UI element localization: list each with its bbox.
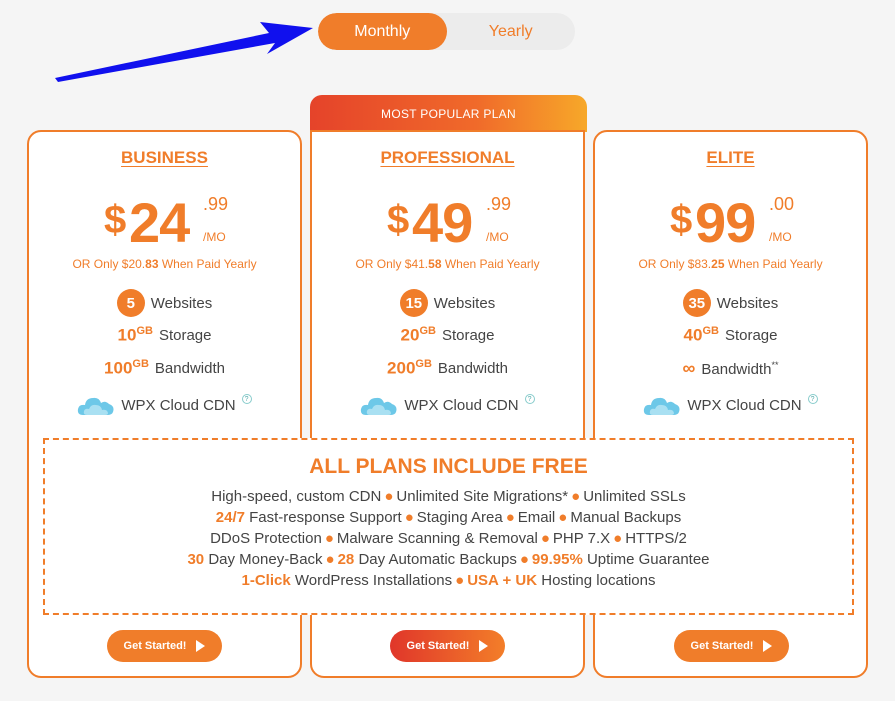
monthly-toggle-button[interactable]: Monthly [318, 13, 447, 50]
websites-count: 5 [116, 289, 145, 317]
play-icon [763, 640, 773, 652]
yearly-price-note: OR Only $20.83 When Paid Yearly [72, 257, 257, 271]
cloud-icon [644, 397, 680, 415]
most-popular-banner: MOST POPULAR PLAN [310, 95, 587, 132]
price-cents: .00 [769, 194, 795, 214]
feature-bandwidth: 100GB Bandwidth [104, 358, 225, 378]
price-cents: .99 [486, 194, 512, 214]
help-icon[interactable]: ? [807, 394, 818, 404]
get-started-button-elite[interactable]: Get Started! [674, 630, 789, 662]
features-line: High-speed, custom CDN ● Unlimited Site Mi… [211, 488, 686, 505]
plan-price: $ 49 .99 /MO [312, 190, 583, 254]
price-amount: 99 [695, 191, 756, 254]
yearly-price-note: OR Only $41.58 When Paid Yearly [355, 257, 540, 271]
cloud-icon [361, 397, 397, 415]
feature-cdn: WPX Cloud CDN ? [312, 394, 583, 416]
features-line: DDoS Protection ● Malware Scanning & Remov… [210, 530, 687, 547]
price-currency: $ [387, 198, 410, 242]
feature-cdn: WPX Cloud CDN ? [595, 394, 866, 416]
get-started-button-professional[interactable]: Get Started! [390, 630, 505, 662]
price-period: /MO [486, 230, 509, 244]
feature-storage: 10GB Storage [117, 325, 212, 345]
plan-price: $ 24 .99 /MO [29, 190, 300, 254]
price-period: /MO [203, 230, 226, 244]
help-icon[interactable]: ? [241, 394, 252, 404]
cloud-icon [78, 397, 114, 415]
yearly-price-note: OR Only $83.25 When Paid Yearly [638, 257, 823, 271]
features-line: 30 Day Money-Back ● 28 Day Automatic Backu… [187, 551, 710, 568]
feature-cdn: WPX Cloud CDN ? [29, 394, 300, 416]
plan-name: BUSINESS [121, 148, 208, 167]
feature-bandwidth: ∞ Bandwidth** [682, 358, 779, 378]
help-icon[interactable]: ? [524, 394, 535, 404]
billing-toggle: Monthly Yearly [318, 13, 575, 50]
feature-websites: 15 Websites [312, 289, 583, 317]
websites-count: 15 [399, 289, 428, 317]
play-icon [479, 640, 489, 652]
plan-name: ELITE [706, 148, 755, 167]
feature-storage: 40GB Storage [683, 325, 778, 345]
websites-count: 35 [682, 289, 711, 317]
plan-name: PROFESSIONAL [380, 148, 515, 167]
features-line: 1-Click WordPress Installations ● USA + UK… [241, 572, 656, 589]
price-amount: 49 [412, 191, 473, 254]
feature-websites: 35 Websites [595, 289, 866, 317]
get-started-button-business[interactable]: Get Started! [107, 630, 222, 662]
price-cents: .99 [203, 194, 229, 214]
plan-price: $ 99 .00 /MO [595, 190, 866, 254]
price-period: /MO [769, 230, 792, 244]
feature-bandwidth: 200GB Bandwidth [387, 358, 508, 378]
all-plans-title: ALL PLANS INCLUDE FREE [309, 455, 588, 478]
price-currency: $ [670, 198, 693, 242]
all-plans-features-box: ALL PLANS INCLUDE FREE High-speed, custo… [43, 438, 854, 615]
yearly-toggle-button[interactable]: Yearly [447, 13, 576, 50]
play-icon [196, 640, 206, 652]
infinity-icon: ∞ [682, 358, 696, 378]
feature-storage: 20GB Storage [400, 325, 495, 345]
feature-websites: 5 Websites [29, 289, 300, 317]
annotation-arrow [55, 22, 313, 82]
features-line: 24/7 Fast-response Support ● Staging Area ●… [215, 509, 682, 526]
price-currency: $ [104, 198, 127, 242]
price-amount: 24 [129, 191, 190, 254]
